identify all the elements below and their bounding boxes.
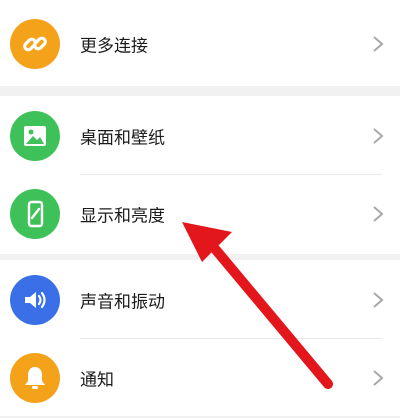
image-icon	[10, 111, 60, 161]
settings-item-label: 更多连接	[80, 36, 148, 57]
bell-icon	[10, 353, 60, 403]
settings-section-connections: 更多连接	[0, 0, 400, 86]
chevron-right-icon	[373, 128, 384, 144]
settings-item-label: 桌面和壁纸	[80, 128, 165, 149]
speaker-icon	[10, 275, 60, 325]
phone-brightness-icon	[10, 189, 60, 239]
settings-section-sound: 声音和振动 通知	[0, 260, 400, 416]
settings-item-display-brightness[interactable]: 显示和亮度	[0, 174, 400, 254]
settings-item-sound-vibration[interactable]: 声音和振动	[0, 260, 400, 340]
settings-item-label: 声音和振动	[80, 292, 165, 313]
chevron-right-icon	[373, 36, 384, 52]
link-icon	[10, 19, 60, 69]
chevron-right-icon	[373, 206, 384, 222]
settings-item-desktop-wallpaper[interactable]: 桌面和壁纸	[0, 96, 400, 176]
settings-item-notifications[interactable]: 通知	[0, 338, 400, 418]
chevron-right-icon	[373, 370, 384, 386]
settings-item-label: 通知	[80, 370, 114, 391]
chevron-right-icon	[373, 292, 384, 308]
settings-item-label: 显示和亮度	[80, 206, 165, 227]
settings-section-display: 桌面和壁纸 显示和亮度	[0, 96, 400, 254]
settings-item-more-connections[interactable]: 更多连接	[0, 4, 400, 84]
